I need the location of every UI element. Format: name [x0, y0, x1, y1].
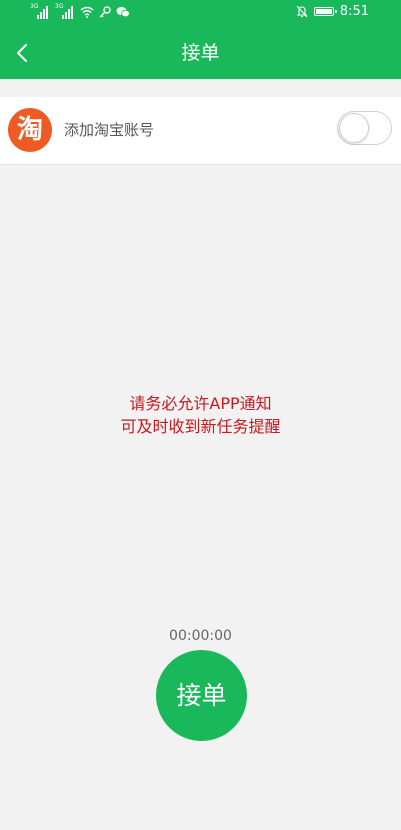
notification-notice: 请务必允许APP通知 可及时收到新任务提醒 — [0, 392, 401, 438]
notice-line-2: 可及时收到新任务提醒 — [120, 417, 281, 436]
toggle-knob — [339, 113, 369, 143]
add-account-toggle[interactable] — [337, 111, 392, 145]
key-icon — [99, 6, 111, 18]
notice-line-1: 请务必允许APP通知 — [129, 394, 272, 413]
status-bar-right: 8:51 — [296, 4, 369, 19]
taobao-logo: 淘 — [8, 108, 52, 152]
battery-icon — [313, 7, 337, 16]
nav-bar: 接单 — [0, 28, 401, 79]
add-taobao-account-label: 添加淘宝账号 — [64, 121, 155, 139]
accept-order-button[interactable]: 接单 — [156, 650, 247, 741]
status-bar-left: 3G 3G — [30, 3, 130, 19]
mute-bell-icon — [296, 5, 308, 18]
clock: 8:51 — [339, 4, 369, 19]
order-timer: 00:00:00 — [169, 628, 232, 644]
wechat-icon — [116, 7, 130, 18]
wifi-icon — [80, 6, 94, 18]
page-title: 接单 — [181, 42, 220, 64]
signal-icon: 3G — [30, 3, 50, 19]
signal-icon: 3G — [55, 3, 75, 19]
status-bar: 3G 3G 8:51 — [0, 0, 401, 28]
